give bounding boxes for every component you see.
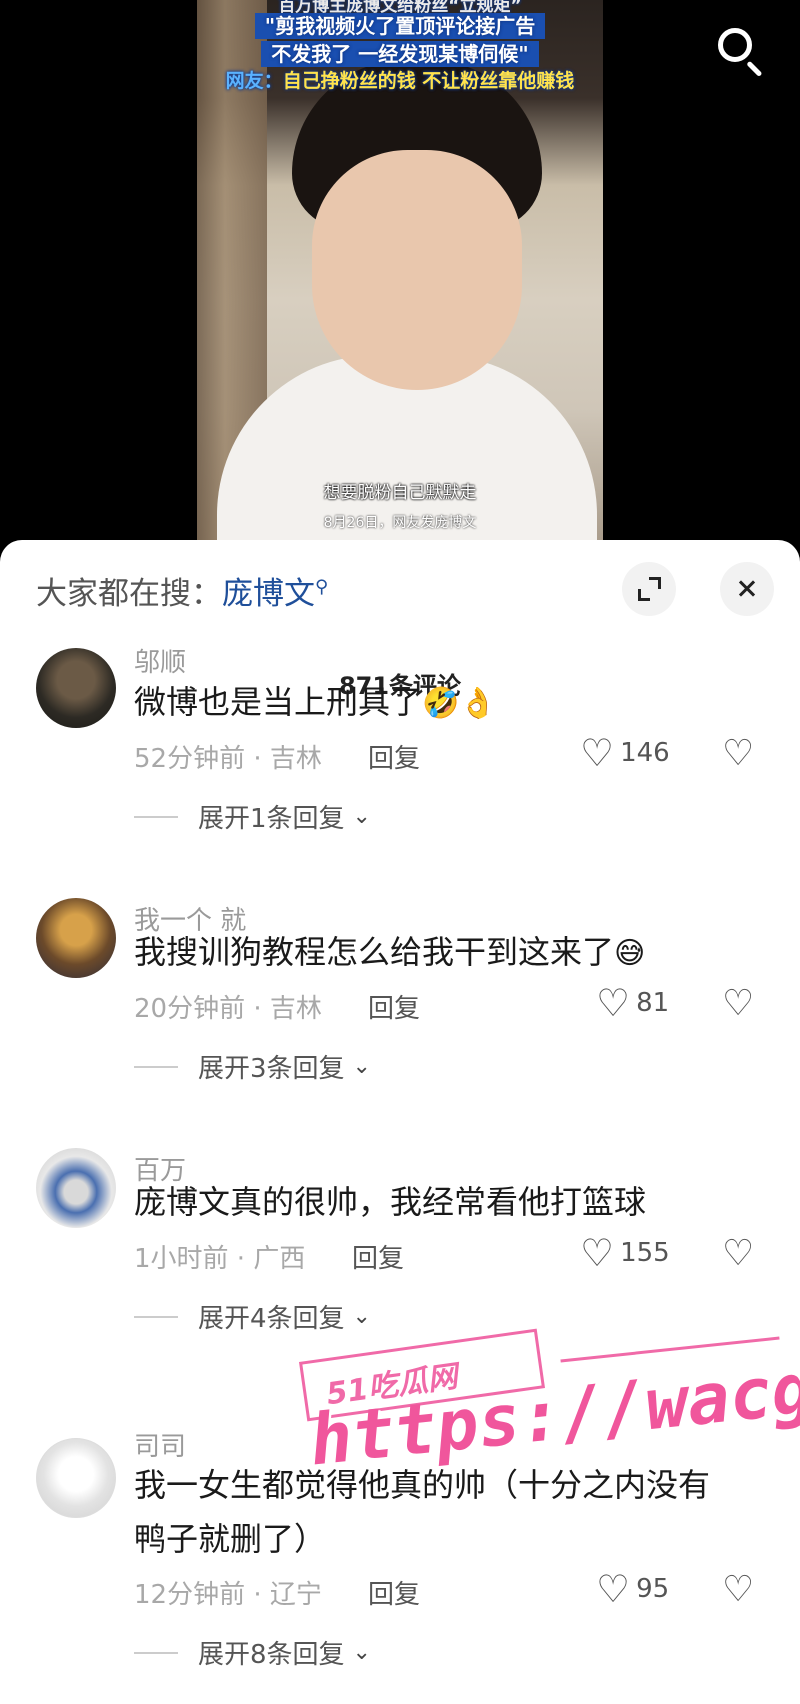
fan-comment-text: 自己挣粉丝的钱 不让粉丝靠他赚钱 (282, 70, 575, 92)
close-icon[interactable] (720, 562, 774, 616)
headline-line-1: 百万博主庞博文给粉丝“立规矩” (278, 0, 522, 16)
chevron-down-icon: ⌄ (352, 1640, 371, 1665)
heart-icon: ♡ (580, 1231, 615, 1275)
search-icon[interactable] (712, 22, 768, 78)
video-caption: 8月26日，网友发庞博文 (323, 515, 477, 531)
dislike-icon[interactable]: ♡ (722, 986, 754, 1022)
comment-emoji: 😅 (614, 936, 646, 971)
comment-text: 我搜训狗教程怎么给我干到这来了😅 (134, 925, 734, 981)
dislike-icon[interactable]: ♡ (722, 1236, 754, 1272)
like-button[interactable]: ♡ 146 (580, 734, 670, 772)
comment-text-body: 庞博文真的很帅，我经常看他打篮球 (134, 1183, 647, 1221)
like-count: 81 (636, 988, 670, 1018)
expand-replies-button[interactable]: 展开8条回复 ⌄ (134, 1634, 371, 1671)
hot-search-label: 大家都在搜： (36, 576, 222, 612)
video-headline: 百万博主庞博文给粉丝“立规矩” "剪我视频火了置顶评论接广告 不发我了 一经发现… (197, 0, 603, 94)
video-player[interactable]: 百万博主庞博文给粉丝“立规矩” "剪我视频火了置顶评论接广告 不发我了 一经发现… (0, 0, 800, 560)
expand-replies-label: 展开4条回复 (198, 1304, 345, 1334)
comments-sheet: 大家都在搜：庞博文⚲ 871条评论 邬顺 微博也是当上刑具了🤣👌 52分钟前 ·… (0, 540, 800, 1704)
like-button[interactable]: ♡ 81 (596, 984, 669, 1022)
video-frame: 百万博主庞博文给粉丝“立规矩” "剪我视频火了置顶评论接广告 不发我了 一经发现… (197, 0, 603, 545)
expand-replies-button[interactable]: 展开1条回复 ⌄ (134, 798, 371, 835)
divider (134, 1065, 178, 1068)
video-person-face (312, 150, 522, 390)
comment-text-body: 我一女生都觉得他真的帅（十分之内没有鸭子就删了） (134, 1466, 711, 1558)
comment-emoji: 🤣👌 (422, 686, 497, 721)
heart-icon: ♡ (596, 1567, 631, 1611)
search-icon-handle (746, 60, 763, 77)
headline-line-3: 不发我了 一经发现某博伺候" (261, 41, 539, 67)
hot-search-keyword[interactable]: 庞博文 (222, 576, 315, 612)
comment-text-body: 微博也是当上刑具了 (134, 683, 423, 721)
reply-button[interactable]: 回复 (368, 738, 420, 775)
expand-replies-label: 展开1条回复 (198, 804, 345, 834)
comment-text: 庞博文真的很帅，我经常看他打篮球 (134, 1175, 734, 1229)
video-subtitle: 想要脱粉自己默默走 (323, 483, 477, 503)
divider (134, 815, 178, 818)
expand-icon-corner (638, 589, 650, 601)
comment-text: 微博也是当上刑具了🤣👌 (134, 675, 734, 731)
search-small-icon: ⚲ (315, 576, 329, 598)
chevron-down-icon: ⌄ (352, 804, 371, 829)
like-count: 146 (620, 738, 670, 768)
avatar[interactable] (36, 648, 116, 728)
expand-replies-label: 展开8条回复 (198, 1640, 345, 1670)
like-count: 95 (636, 1574, 670, 1604)
expand-icon-corner (649, 577, 661, 589)
heart-icon: ♡ (580, 731, 615, 775)
divider (134, 1315, 178, 1318)
fan-comment-tag: 网友： (225, 70, 283, 92)
chevron-down-icon: ⌄ (352, 1304, 371, 1329)
dislike-icon[interactable]: ♡ (722, 736, 754, 772)
like-button[interactable]: ♡ 95 (596, 1570, 669, 1608)
avatar[interactable] (36, 1438, 116, 1518)
like-button[interactable]: ♡ 155 (580, 1234, 670, 1272)
reply-button[interactable]: 回复 (368, 1574, 420, 1611)
comment-text-body: 我搜训狗教程怎么给我干到这来了 (134, 933, 615, 971)
headline-line-2: "剪我视频火了置顶评论接广告 (254, 13, 546, 39)
comment-username[interactable]: 邬顺 (134, 642, 186, 679)
headline-fan-comment: 网友：自己挣粉丝的钱 不让粉丝靠他赚钱 (197, 68, 603, 94)
comment-time-location: 12分钟前 · 辽宁 (134, 1580, 322, 1610)
hot-search-bar[interactable]: 大家都在搜：庞博文⚲ (36, 568, 328, 613)
avatar[interactable] (36, 898, 116, 978)
reply-button[interactable]: 回复 (352, 1238, 404, 1275)
comment-text: 我一女生都觉得他真的帅（十分之内没有鸭子就删了） (134, 1458, 734, 1566)
comment-time-location: 52分钟前 · 吉林 (134, 744, 322, 774)
reply-button[interactable]: 回复 (368, 988, 420, 1025)
expand-replies-label: 展开3条回复 (198, 1054, 345, 1084)
search-icon-ring (718, 28, 752, 62)
heart-icon: ♡ (596, 981, 631, 1025)
dislike-icon[interactable]: ♡ (722, 1572, 754, 1608)
expand-icon[interactable] (622, 562, 676, 616)
expand-replies-button[interactable]: 展开3条回复 ⌄ (134, 1048, 371, 1085)
chevron-down-icon: ⌄ (352, 1054, 371, 1079)
avatar[interactable] (36, 1148, 116, 1228)
comment-time-location: 20分钟前 · 吉林 (134, 994, 322, 1024)
expand-replies-button[interactable]: 展开4条回复 ⌄ (134, 1298, 371, 1335)
like-count: 155 (620, 1238, 670, 1268)
divider (134, 1651, 178, 1654)
comment-time-location: 1小时前 · 广西 (134, 1244, 306, 1274)
